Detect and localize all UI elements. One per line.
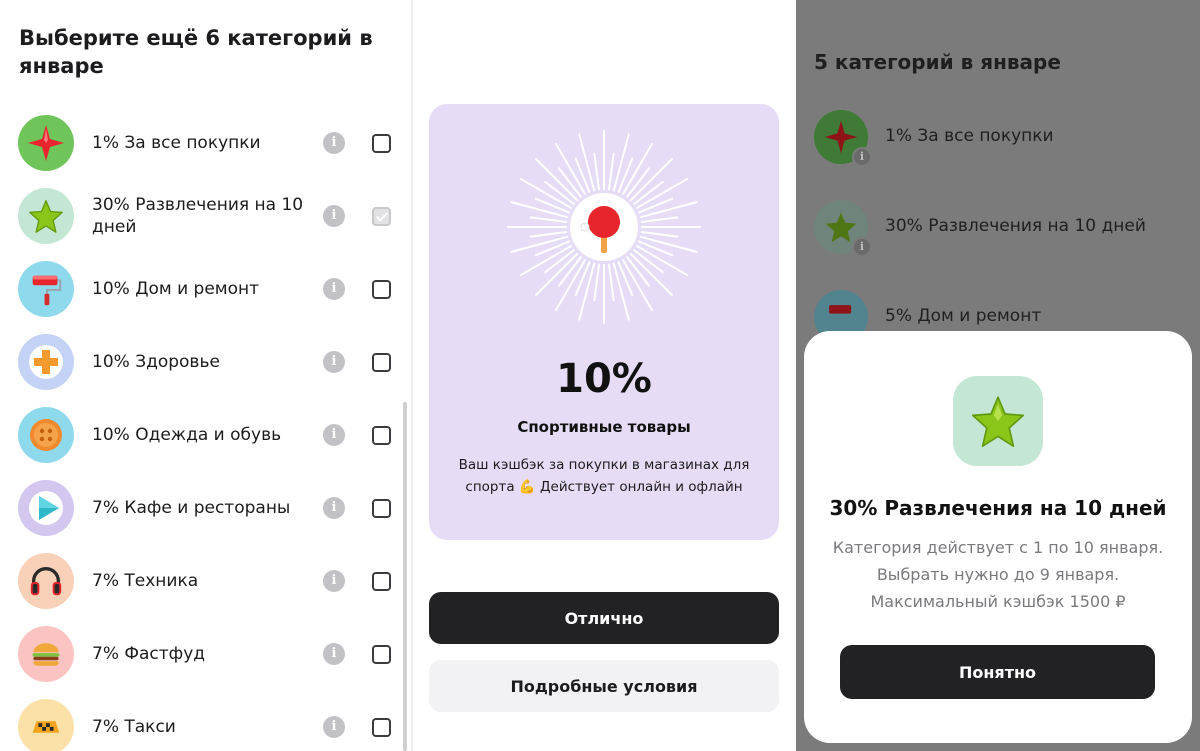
- info-icon[interactable]: i: [323, 715, 345, 738]
- sunburst-ray: [535, 158, 579, 202]
- info-icon[interactable]: i: [852, 237, 872, 257]
- category-label: 10% Здоровье: [92, 351, 220, 372]
- category-row-clothing[interactable]: 10% Одежда и обувь i: [0, 398, 411, 471]
- category-description: Ваш кэшбэк за покупки в магазинах для сп…: [458, 457, 750, 495]
- sheet-description: Категория действует с 1 по 10 января. Вы…: [832, 538, 1164, 611]
- info-icon[interactable]: i: [323, 277, 345, 300]
- info-icon[interactable]: i: [323, 204, 345, 227]
- category-card: 10% Спортивные товары Ваш кэшбэк за поку…: [429, 104, 779, 540]
- category-checkbox[interactable]: [372, 352, 391, 372]
- category-row-cafe[interactable]: 7% Кафе и рестораны i: [0, 471, 411, 544]
- category-label: 1% За все покупки: [92, 132, 261, 153]
- green-star-icon: [953, 376, 1043, 466]
- page-title: Выберите ещё 6 категорий в январе: [19, 26, 373, 78]
- category-checkbox[interactable]: [372, 279, 391, 299]
- info-icon[interactable]: i: [323, 131, 345, 154]
- green-star-icon: [18, 187, 74, 244]
- category-label: 1% За все покупки: [885, 126, 1054, 146]
- info-icon[interactable]: i: [323, 423, 345, 446]
- category-detail-screen: 10% Спортивные товары Ваш кэшбэк за поку…: [413, 0, 795, 751]
- category-row-entertainment[interactable]: 30% Развлечения на 10 дней i: [0, 179, 411, 252]
- sunburst-ray: [640, 216, 679, 224]
- sheet-title: 30% Развлечения на 10 дней: [829, 496, 1167, 520]
- cashback-percent: 10%: [556, 356, 652, 402]
- category-checkbox[interactable]: [372, 717, 391, 737]
- selected-categories-screen: 5 категорий в январе i 1% За все покупки…: [796, 0, 1200, 751]
- category-row-health[interactable]: 10% Здоровье i: [0, 325, 411, 398]
- sunburst-ray: [612, 133, 630, 192]
- info-icon[interactable]: i: [323, 496, 345, 519]
- sunburst-ray: [593, 152, 601, 191]
- category-label: 30% Развлечения на 10 дней: [885, 216, 1146, 236]
- selected-row-entertainment[interactable]: i 30% Развлечения на 10 дней: [796, 200, 1200, 260]
- scrollbar[interactable]: [403, 402, 407, 751]
- category-info-sheet: 30% Развлечения на 10 дней Категория дей…: [804, 331, 1192, 743]
- category-checkbox[interactable]: [372, 133, 391, 153]
- taxi-sign-icon: [18, 698, 74, 751]
- category-checkbox[interactable]: [372, 425, 391, 445]
- sunburst-ray: [629, 158, 673, 202]
- info-icon[interactable]: i: [323, 569, 345, 592]
- sunburst-ray: [578, 262, 596, 321]
- sunburst-ray: [640, 230, 679, 238]
- sunburst-ray: [529, 216, 568, 224]
- got-it-button[interactable]: Понятно: [840, 645, 1155, 699]
- info-icon[interactable]: i: [852, 147, 872, 167]
- category-select-screen: Выберите ещё 6 категорий в январе 1% За …: [0, 0, 411, 751]
- category-label: 5% Дом и ремонт: [885, 306, 1042, 326]
- sunburst-ray: [578, 133, 596, 192]
- category-checkbox[interactable]: [372, 644, 391, 664]
- category-label: 7% Кафе и рестораны: [92, 497, 291, 518]
- page-title: 5 категорий в январе: [814, 50, 1061, 74]
- sunburst-ray: [510, 201, 569, 219]
- sunburst-ray: [529, 230, 568, 238]
- category-row-electronics[interactable]: 7% Техника i: [0, 544, 411, 617]
- play-arrow-icon: [18, 479, 74, 536]
- category-row-home-repair[interactable]: 10% Дом и ремонт i: [0, 252, 411, 325]
- category-label: 7% Такси: [92, 716, 176, 737]
- category-row-all-purchases[interactable]: 1% За все покупки i: [0, 106, 411, 179]
- sunburst-ray: [639, 201, 698, 219]
- category-label: 7% Фастфуд: [92, 643, 206, 664]
- burger-icon: [18, 625, 74, 682]
- category-checkbox-checked[interactable]: [372, 206, 391, 226]
- category-label: 30% Развлечения на 10 дней: [92, 194, 304, 237]
- category-label: 7% Техника: [92, 570, 199, 591]
- sunburst-ray: [612, 262, 630, 321]
- category-checkbox[interactable]: [372, 571, 391, 591]
- info-icon[interactable]: i: [323, 350, 345, 373]
- info-icon[interactable]: i: [323, 642, 345, 665]
- category-row-fastfood[interactable]: 7% Фастфуд i: [0, 617, 411, 690]
- headphones-icon: [18, 552, 74, 609]
- sunburst-ray: [510, 235, 569, 253]
- red-sparkle-icon: [18, 114, 74, 171]
- selected-row-all-purchases[interactable]: i 1% За все покупки: [796, 110, 1200, 170]
- ping-pong-paddle-icon: [507, 130, 701, 324]
- sunburst-ray: [639, 235, 698, 253]
- button-icon: [18, 406, 74, 463]
- sunburst-ray: [607, 263, 615, 302]
- category-checkbox[interactable]: [372, 498, 391, 518]
- sunburst-ray: [607, 152, 615, 191]
- category-label: 10% Одежда и обувь: [92, 424, 282, 445]
- category-name: Спортивные товары: [517, 418, 691, 436]
- medical-cross-icon: [18, 333, 74, 390]
- sunburst-ray: [593, 263, 601, 302]
- ok-button[interactable]: Отлично: [429, 592, 779, 644]
- category-label: 10% Дом и ремонт: [92, 278, 260, 299]
- category-row-taxi[interactable]: 7% Такси i: [0, 690, 411, 751]
- paint-roller-icon: [18, 260, 74, 317]
- conditions-button[interactable]: Подробные условия: [429, 660, 779, 712]
- sunburst-ray: [535, 252, 579, 296]
- sunburst-ray: [629, 252, 673, 296]
